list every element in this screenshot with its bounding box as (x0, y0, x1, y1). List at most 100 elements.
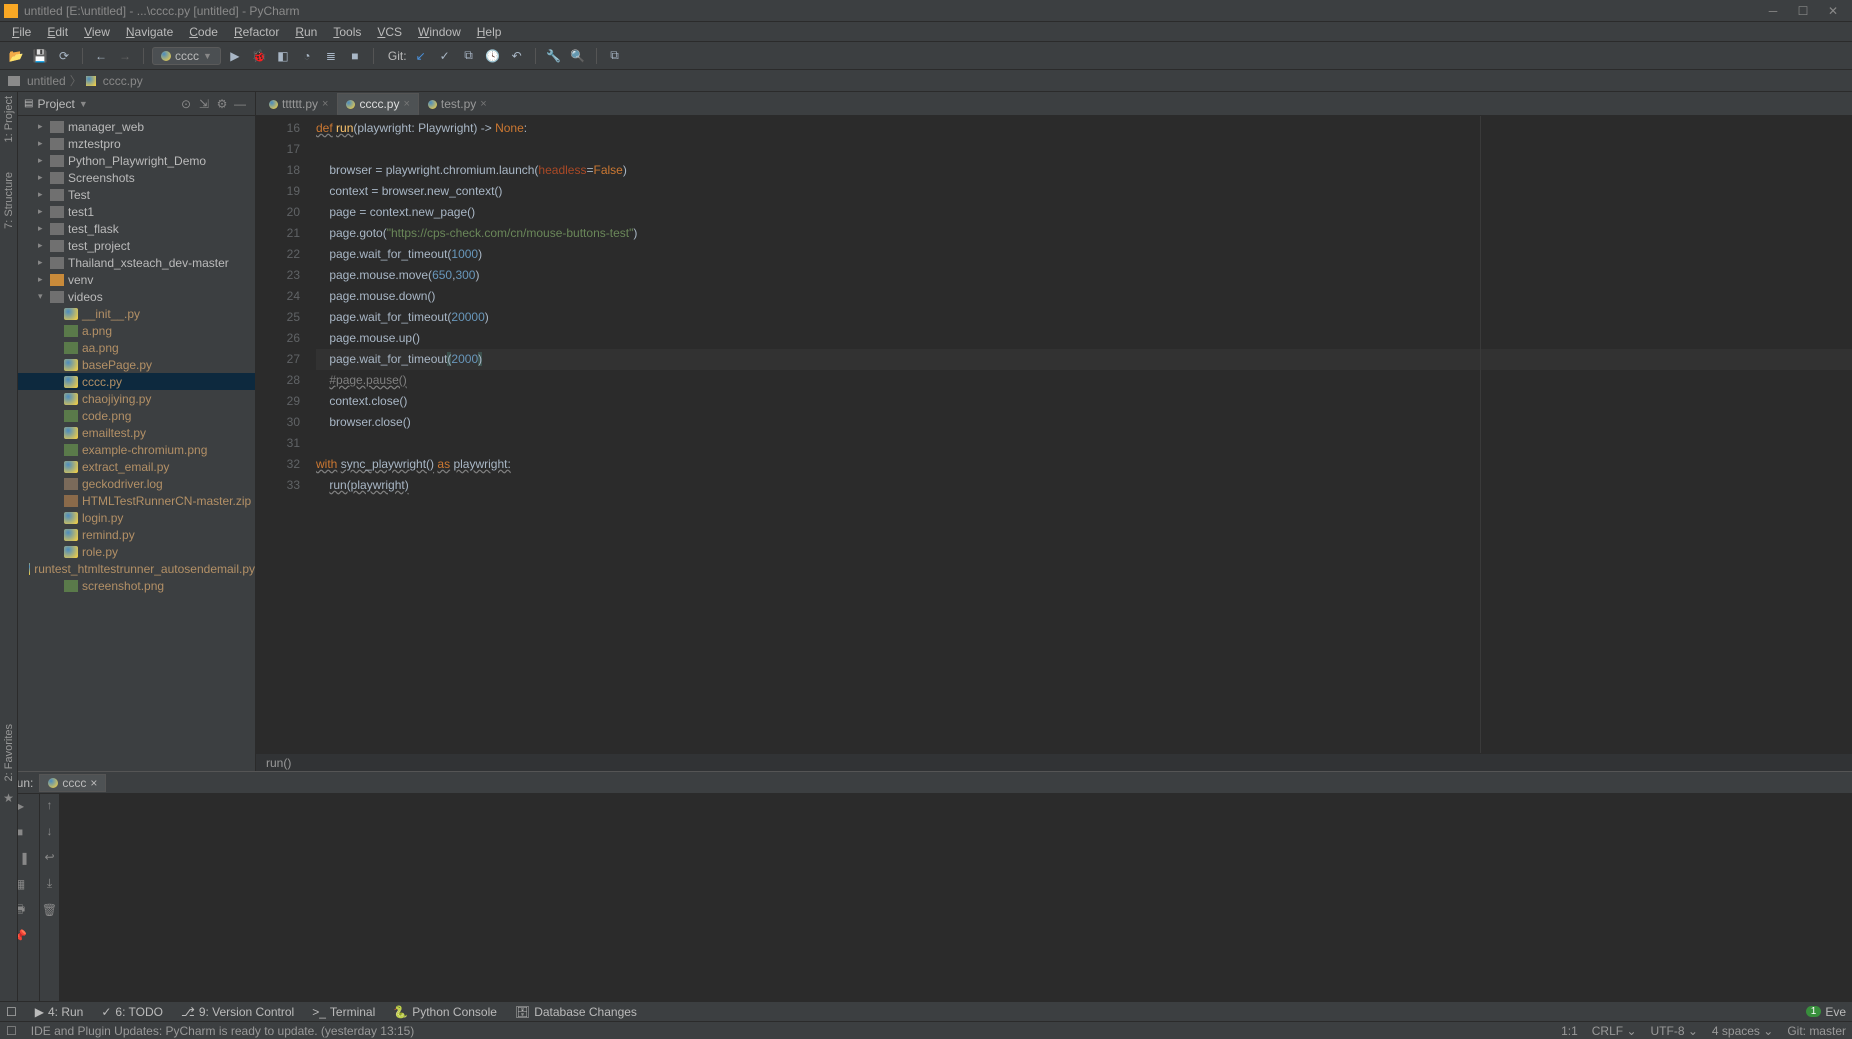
event-log[interactable]: 1Eve (1806, 1005, 1846, 1019)
menu-navigate[interactable]: Navigate (118, 23, 181, 41)
tree-item[interactable]: chaojiying.py (18, 390, 255, 407)
scroll-icon[interactable]: ⤓ (47, 876, 52, 891)
editor-tab[interactable]: test.py× (419, 93, 496, 115)
tree-item[interactable]: ▸test_project (18, 237, 255, 254)
minimize-button[interactable]: ─ (1758, 4, 1788, 18)
tree-item[interactable]: ▸Python_Playwright_Demo (18, 152, 255, 169)
tree-item[interactable]: ▸Screenshots (18, 169, 255, 186)
toolwindow-run[interactable]: ▶4: Run (35, 1005, 84, 1019)
menu-vcs[interactable]: VCS (369, 23, 410, 41)
wrap-icon[interactable]: ⧉ (605, 46, 625, 66)
profile-icon[interactable]: ◔ (297, 46, 317, 66)
menu-view[interactable]: View (76, 23, 118, 41)
debug-icon[interactable]: 🐞 (249, 46, 269, 66)
close-icon[interactable]: × (480, 98, 486, 110)
menu-help[interactable]: Help (469, 23, 510, 41)
toolwindow-terminal[interactable]: >_Terminal (312, 1005, 375, 1019)
vcs-commit-icon[interactable]: ✓ (435, 46, 455, 66)
tree-item[interactable]: example-chromium.png (18, 441, 255, 458)
tree-item[interactable]: __init__.py (18, 305, 255, 322)
toolwindow-todo[interactable]: ✓6: TODO (101, 1005, 163, 1019)
close-button[interactable]: ✕ (1818, 4, 1848, 18)
tree-item[interactable]: HTMLTestRunnerCN-master.zip (18, 492, 255, 509)
save-icon[interactable]: 💾 (30, 46, 50, 66)
vcs-revert-icon[interactable]: ↶ (507, 46, 527, 66)
vcs-history-icon[interactable]: 🕓 (483, 46, 503, 66)
menu-edit[interactable]: Edit (39, 23, 76, 41)
expand-icon[interactable]: ⇲ (195, 97, 213, 111)
close-icon[interactable]: × (322, 98, 328, 110)
tree-item[interactable]: geckodriver.log (18, 475, 255, 492)
run-icon[interactable]: ▶ (225, 46, 245, 66)
star-icon[interactable]: ★ (3, 791, 14, 805)
close-icon[interactable]: × (90, 776, 97, 790)
back-icon[interactable]: ← (91, 46, 111, 66)
up-icon[interactable]: ↑ (47, 798, 53, 812)
menu-run[interactable]: Run (287, 23, 325, 41)
search-icon[interactable]: 🔍 (568, 46, 588, 66)
project-tree[interactable]: ▸manager_web▸mztestpro▸Python_Playwright… (18, 116, 255, 771)
menu-refactor[interactable]: Refactor (226, 23, 287, 41)
tree-item[interactable]: role.py (18, 543, 255, 560)
tree-item[interactable]: ▸Test (18, 186, 255, 203)
encoding[interactable]: UTF-8 ⌄ (1651, 1024, 1698, 1038)
vcs-update-icon[interactable]: ↙ (411, 46, 431, 66)
run-tab[interactable]: cccc × (39, 774, 106, 792)
tree-item[interactable]: extract_email.py (18, 458, 255, 475)
editor-breadcrumb[interactable]: run() (256, 753, 1852, 771)
tree-item[interactable]: a.png (18, 322, 255, 339)
tree-item[interactable]: aa.png (18, 339, 255, 356)
editor-tab[interactable]: tttttt.py× (260, 93, 337, 115)
run-console[interactable] (60, 794, 1852, 1001)
concurrency-icon[interactable]: ≣ (321, 46, 341, 66)
breadcrumb-root[interactable]: untitled (27, 74, 66, 88)
menu-file[interactable]: File (4, 23, 39, 41)
tree-item[interactable]: basePage.py (18, 356, 255, 373)
line-separator[interactable]: CRLF ⌄ (1592, 1024, 1637, 1038)
editor-tab[interactable]: cccc.py× (337, 93, 418, 115)
gear-icon[interactable]: ⚙ (213, 97, 231, 111)
breadcrumb-file[interactable]: cccc.py (103, 74, 143, 88)
tree-item[interactable]: ▸venv (18, 271, 255, 288)
tree-item[interactable]: ▸manager_web (18, 118, 255, 135)
vcs-compare-icon[interactable]: ⧉ (459, 46, 479, 66)
reload-icon[interactable]: ⟳ (54, 46, 74, 66)
rail-favorites[interactable]: 2: Favorites (3, 724, 15, 781)
toolwindow-versioncontrol[interactable]: ⎇9: Version Control (181, 1005, 294, 1019)
stop-icon[interactable]: ■ (345, 46, 365, 66)
editor[interactable]: 161718192021222324252627282930313233 def… (256, 116, 1852, 753)
show-tools-icon[interactable]: ☐ (6, 1005, 17, 1019)
clear-icon[interactable]: 🗑 (42, 903, 57, 917)
open-icon[interactable]: 📂 (6, 46, 26, 66)
tree-item[interactable]: emailtest.py (18, 424, 255, 441)
tree-item[interactable]: remind.py (18, 526, 255, 543)
close-icon[interactable]: × (403, 98, 409, 110)
hide-icon[interactable]: — (231, 97, 249, 111)
git-branch[interactable]: Git: master (1787, 1024, 1846, 1038)
toolwindow-databasechanges[interactable]: 🗄Database Changes (515, 1005, 637, 1019)
tree-item[interactable]: ▸mztestpro (18, 135, 255, 152)
tree-item[interactable]: ▸test1 (18, 203, 255, 220)
tree-item[interactable]: runtest_htmltestrunner_autosendemail.py (18, 560, 255, 577)
wrap-icon[interactable]: ↩ (44, 850, 54, 864)
tree-item[interactable]: screenshot.png (18, 577, 255, 594)
tree-item[interactable]: login.py (18, 509, 255, 526)
locate-icon[interactable]: ⊙ (177, 97, 195, 111)
tree-item[interactable]: ▸test_flask (18, 220, 255, 237)
chevron-down-icon[interactable]: ▼ (79, 99, 88, 109)
menu-window[interactable]: Window (410, 23, 469, 41)
rail-project[interactable]: 1: Project (3, 96, 15, 142)
down-icon[interactable]: ↓ (47, 824, 53, 838)
tree-item[interactable]: ▾videos (18, 288, 255, 305)
tree-item[interactable]: code.png (18, 407, 255, 424)
caret-position[interactable]: 1:1 (1561, 1024, 1578, 1038)
maximize-button[interactable]: ☐ (1788, 4, 1818, 18)
rail-structure[interactable]: 7: Structure (3, 172, 15, 229)
forward-icon[interactable]: → (115, 46, 135, 66)
coverage-icon[interactable]: ◧ (273, 46, 293, 66)
menu-tools[interactable]: Tools (325, 23, 369, 41)
tree-item[interactable]: cccc.py (18, 373, 255, 390)
tree-item[interactable]: ▸Thailand_xsteach_dev-master (18, 254, 255, 271)
status-icon[interactable]: ☐ (6, 1024, 17, 1038)
run-config-selector[interactable]: cccc ▼ (152, 47, 221, 65)
